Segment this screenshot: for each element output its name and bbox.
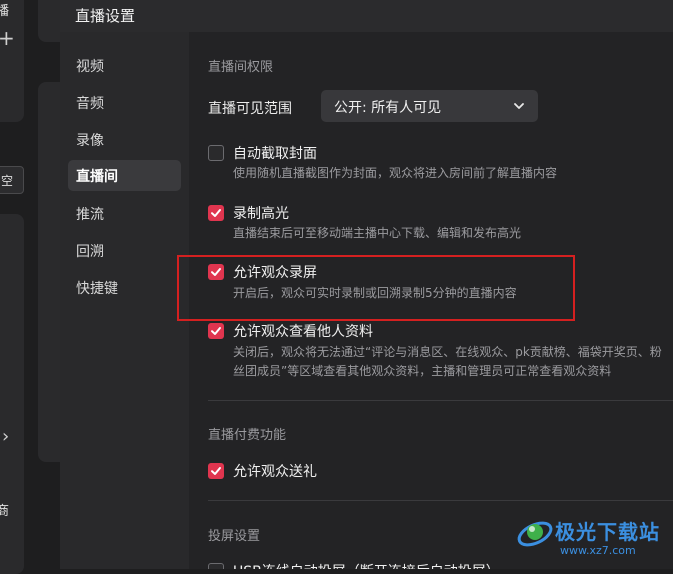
sidebar-item-streaming[interactable]: 推流 bbox=[68, 198, 181, 229]
usb-cast-label: USB连线自动投屏（断开连接后自动投屏） bbox=[233, 561, 500, 569]
section-title-paid: 直播付费功能 bbox=[208, 428, 287, 443]
sidebar-item-recording[interactable]: 录像 bbox=[68, 124, 181, 155]
view-profiles-desc-line1: 关闭后，观众将无法通过“评论与消息区、在线观众、pk贡献榜、福袋开奖页、粉 bbox=[233, 345, 662, 359]
auto-cover-label: 自动截取封面 bbox=[233, 146, 317, 162]
divider bbox=[208, 400, 673, 401]
record-highlights-label: 录制高光 bbox=[233, 206, 289, 222]
plus-icon[interactable]: + bbox=[0, 26, 15, 50]
annotation-highlight-box bbox=[177, 255, 575, 321]
watermark-url: www.xz7.com bbox=[560, 544, 636, 557]
sidebar-item-replay[interactable]: 回溯 bbox=[68, 235, 181, 266]
visibility-select[interactable]: 公开: 所有人可见 bbox=[321, 90, 538, 122]
chevron-right-icon[interactable]: › bbox=[2, 426, 9, 447]
sidebar-item-live-room[interactable]: 直播间 bbox=[68, 160, 181, 191]
sidebar-item-shortcuts[interactable]: 快捷键 bbox=[68, 272, 181, 303]
bg-edge-chip[interactable]: 空 bbox=[0, 166, 24, 194]
divider bbox=[208, 500, 673, 501]
settings-sidebar: 视频 音频 录像 直播间 推流 回溯 快捷键 bbox=[60, 32, 189, 569]
bg-edge-text-bottom: 商 bbox=[0, 504, 10, 519]
sidebar-item-video[interactable]: 视频 bbox=[68, 50, 181, 81]
dialog-title: 直播设置 bbox=[75, 7, 136, 25]
visibility-label: 直播可见范围 bbox=[208, 101, 292, 117]
view-profiles-desc-line2: 丝团成员”等区域查看其他观众资料，主播和管理员可正常查看观众资料 bbox=[233, 364, 612, 378]
watermark-logo-icon bbox=[517, 521, 553, 547]
bg-card-bottom bbox=[0, 214, 24, 574]
view-profiles-label: 允许观众查看他人资料 bbox=[233, 324, 373, 340]
chevron-down-icon bbox=[514, 103, 524, 109]
visibility-select-value: 公开: 所有人可见 bbox=[334, 100, 442, 116]
bg-edge-text-top: 播 bbox=[0, 4, 10, 19]
view-profiles-checkbox[interactable] bbox=[208, 323, 224, 339]
usb-cast-checkbox[interactable] bbox=[208, 563, 224, 569]
auto-cover-desc: 使用随机直播截图作为封面，观众将进入房间前了解直播内容 bbox=[233, 166, 558, 180]
sidebar-item-audio[interactable]: 音频 bbox=[68, 87, 181, 118]
bg-card-mid-top bbox=[38, 0, 60, 42]
section-title-permissions: 直播间权限 bbox=[208, 60, 274, 75]
bg-card-mid bbox=[38, 82, 60, 462]
record-highlights-checkbox[interactable] bbox=[208, 205, 224, 221]
checkmark-icon bbox=[211, 209, 221, 217]
checkmark-icon bbox=[211, 467, 221, 475]
allow-gifts-checkbox[interactable] bbox=[208, 463, 224, 479]
record-highlights-desc: 直播结束后可至移动端主播中心下载、编辑和发布高光 bbox=[233, 226, 522, 240]
section-title-cast: 投屏设置 bbox=[208, 529, 261, 544]
dialog-header: 直播设置 bbox=[60, 0, 673, 32]
auto-cover-checkbox[interactable] bbox=[208, 145, 224, 161]
checkmark-icon bbox=[211, 327, 221, 335]
allow-gifts-label: 允许观众送礼 bbox=[233, 464, 317, 480]
watermark-brand: 极光下载站 bbox=[555, 520, 660, 544]
